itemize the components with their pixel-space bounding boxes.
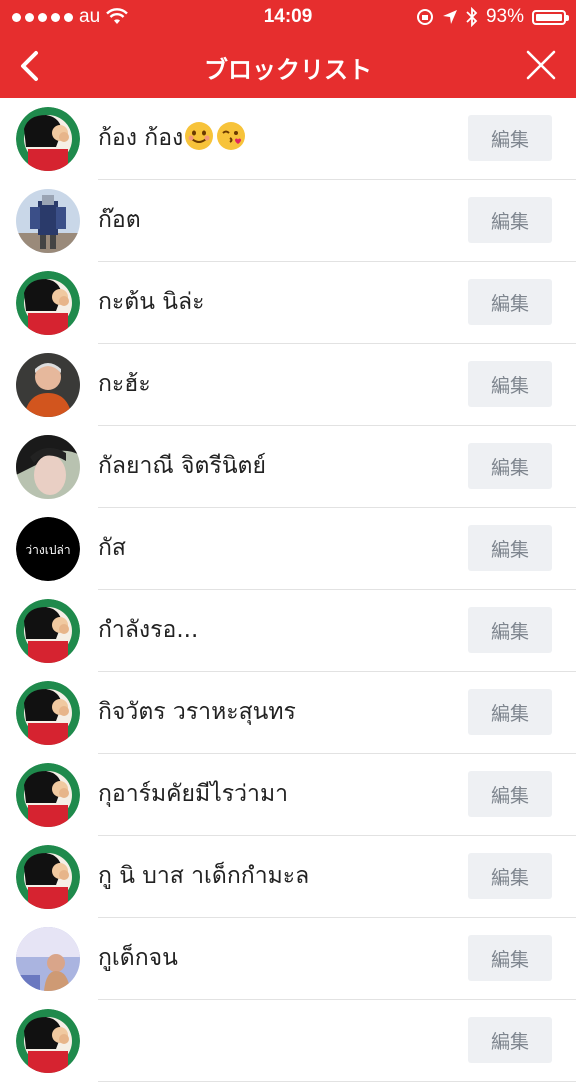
- avatar[interactable]: [16, 189, 80, 253]
- edit-button[interactable]: 編集: [468, 689, 552, 735]
- bluetooth-icon: [466, 7, 478, 27]
- edit-button[interactable]: 編集: [468, 361, 552, 407]
- kiss-emoji-icon: [217, 122, 246, 150]
- avatar[interactable]: [16, 435, 80, 499]
- contact-name-text: กุอาร์มคัยมีไรว่ามา: [98, 781, 289, 807]
- edit-button[interactable]: 編集: [468, 853, 552, 899]
- contact-name: กัส: [98, 530, 126, 566]
- contact-row[interactable]: กุอาร์มคัยมีไรว่ามา 編集: [0, 754, 576, 836]
- contact-name-text: กะต้น นิล่ะ: [98, 289, 205, 315]
- edit-button[interactable]: 編集: [468, 771, 552, 817]
- avatar[interactable]: ว่างเปล่า: [16, 517, 80, 581]
- contact-row[interactable]: กะฮ้ะ 編集: [0, 344, 576, 426]
- contact-name: ก้อง ก้อง: [98, 120, 246, 156]
- contact-name: กัลยาณี จิตรีนิตย์: [98, 448, 266, 484]
- contact-name: กิจวัตร วราหะสุนทร: [98, 694, 296, 730]
- contact-name-text: กูเด็กจน: [98, 945, 178, 971]
- edit-button[interactable]: 編集: [468, 279, 552, 325]
- contact-name-text: กัส: [98, 535, 126, 561]
- location-icon: [442, 10, 457, 24]
- battery-icon: [532, 9, 569, 25]
- edit-button[interactable]: 編集: [468, 607, 552, 653]
- edit-button[interactable]: 編集: [468, 525, 552, 571]
- avatar[interactable]: [16, 107, 80, 171]
- nav-bar: ブロックリスト: [0, 34, 576, 98]
- contact-row[interactable]: กิจวัตร วราหะสุนทร 編集: [0, 672, 576, 754]
- avatar[interactable]: [16, 927, 80, 991]
- battery-percent: 93%: [485, 6, 524, 27]
- contact-name: กุอาร์มคัยมีไรว่ามา: [98, 776, 288, 812]
- avatar[interactable]: [16, 353, 80, 417]
- contact-name: กะต้น นิล่ะ: [98, 284, 204, 320]
- contact-row[interactable]: กะต้น นิล่ะ 編集: [0, 262, 576, 344]
- avatar-text: ว่างเปล่า: [25, 543, 70, 557]
- contact-row[interactable]: 編集: [0, 1000, 576, 1082]
- contact-row[interactable]: ก๊อต 編集: [0, 180, 576, 262]
- contact-row[interactable]: กูเด็กจน 編集: [0, 918, 576, 1000]
- avatar[interactable]: [16, 681, 80, 745]
- edit-button[interactable]: 編集: [468, 197, 552, 243]
- contact-name-text: กะฮ้ะ: [98, 371, 151, 397]
- contact-row[interactable]: ว่างเปล่า กัส 編集: [0, 508, 576, 590]
- contact-name: กู นิ บาส าเด็กกำมะล: [98, 858, 309, 894]
- contact-name-text: กู นิ บาส าเด็กกำมะล: [98, 863, 310, 889]
- contact-name-text: ก๊อต: [98, 207, 141, 233]
- avatar[interactable]: [16, 845, 80, 909]
- contact-row[interactable]: กำลังรอ... 編集: [0, 590, 576, 672]
- page-title: ブロックリスト: [204, 56, 372, 84]
- contact-name: กูเด็กจน: [98, 940, 178, 976]
- edit-button[interactable]: 編集: [468, 115, 552, 161]
- avatar[interactable]: [16, 1009, 80, 1073]
- status-right: 93%: [416, 6, 569, 28]
- contact-row[interactable]: ก้อง ก้อง 編集: [0, 98, 576, 180]
- contact-name-text: ก้อง ก้อง: [98, 125, 184, 151]
- close-icon[interactable]: [524, 48, 558, 82]
- avatar[interactable]: [16, 271, 80, 335]
- contact-name-text: กำลังรอ...: [98, 617, 199, 643]
- contact-name-text: กัลยาณี จิตรีนิตย์: [98, 453, 266, 479]
- edit-button[interactable]: 編集: [468, 443, 552, 489]
- contact-name-text: กิจวัตร วราหะสุนทร: [98, 699, 296, 725]
- orientation-lock-icon: [416, 9, 433, 25]
- status-bar: au 14:09 93%: [0, 0, 576, 34]
- contact-name: กำลังรอ...: [98, 612, 198, 648]
- smile-emoji-icon: [185, 122, 214, 150]
- edit-button[interactable]: 編集: [468, 935, 552, 981]
- contact-row[interactable]: กู นิ บาส าเด็กกำมะล 編集: [0, 836, 576, 918]
- contact-name: ก๊อต: [98, 202, 141, 238]
- avatar[interactable]: [16, 599, 80, 663]
- contact-row[interactable]: กัลยาณี จิตรีนิตย์ 編集: [0, 426, 576, 508]
- avatar[interactable]: [16, 763, 80, 827]
- contact-name: กะฮ้ะ: [98, 366, 151, 402]
